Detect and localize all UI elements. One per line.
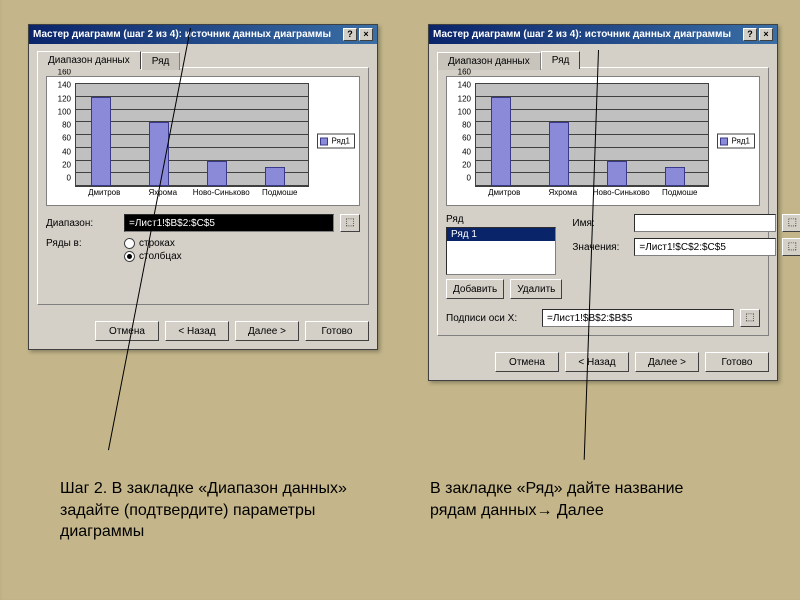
cancel-button[interactable]: Отмена <box>95 321 159 341</box>
caption-right: В закладке «Ряд» дайте название рядам да… <box>430 478 730 521</box>
chart-legend: Ряд1 <box>317 134 355 149</box>
xlabels-label: Подписи оси X: <box>446 313 536 324</box>
window-title: Мастер диаграмм (шаг 2 из 4): источник д… <box>433 29 743 40</box>
caption-left: Шаг 2. В закладке «Диапазон данных» зада… <box>60 478 390 543</box>
chart-bar <box>207 161 227 187</box>
chart-x-label: Дмитров <box>75 189 134 203</box>
chart-legend: Ряд1 <box>717 134 755 149</box>
chart-bar <box>665 167 685 186</box>
tab-data-range[interactable]: Диапазон данных <box>37 51 141 69</box>
titlebar[interactable]: Мастер диаграмм (шаг 2 из 4): источник д… <box>29 25 377 44</box>
cancel-button[interactable]: Отмена <box>495 352 559 372</box>
chart-x-label: Ново-Синьково <box>592 189 651 203</box>
tab-data-range[interactable]: Диапазон данных <box>437 52 541 70</box>
chart-x-label: Подмоше <box>251 189 310 203</box>
legend-swatch-icon <box>320 137 328 145</box>
range-input[interactable] <box>124 214 334 232</box>
chart-bar <box>607 161 627 187</box>
back-button[interactable]: < Назад <box>165 321 229 341</box>
series-listbox[interactable]: Ряд 1 <box>446 227 556 275</box>
chart-wizard-dialog-right: Мастер диаграмм (шаг 2 из 4): источник д… <box>428 24 778 381</box>
chart-bar <box>91 97 111 186</box>
series-name-label: Имя: <box>572 218 628 229</box>
chart-wizard-dialog-left: Мастер диаграмм (шаг 2 из 4): источник д… <box>28 24 378 350</box>
list-item[interactable]: Ряд 1 <box>447 228 555 241</box>
titlebar[interactable]: Мастер диаграмм (шаг 2 из 4): источник д… <box>429 25 777 44</box>
chart-preview: 020406080100120140160 ДмитровЯхромаНово-… <box>446 76 760 206</box>
tab-panel-series: 020406080100120140160 ДмитровЯхромаНово-… <box>437 67 769 336</box>
chart-x-label: Яхрома <box>534 189 593 203</box>
rows-in-label: Ряды в: <box>46 238 118 249</box>
chart-bar <box>549 122 569 186</box>
series-group-label: Ряд <box>446 214 562 225</box>
dialog-footer: Отмена < Назад Далее > Готово <box>429 344 777 380</box>
delete-series-button[interactable]: Удалить <box>510 279 562 299</box>
tab-series[interactable]: Ряд <box>141 52 181 70</box>
chart-x-label: Ново-Синьково <box>192 189 251 203</box>
range-picker-icon[interactable]: ⬚ <box>340 214 360 232</box>
close-icon[interactable]: × <box>759 28 773 41</box>
chart-x-label: Яхрома <box>134 189 193 203</box>
values-picker-icon[interactable]: ⬚ <box>782 238 800 256</box>
xlabels-input[interactable] <box>542 309 734 327</box>
chart-preview: 020406080100120140160 ДмитровЯхромаНово-… <box>46 76 360 206</box>
next-button[interactable]: Далее > <box>635 352 699 372</box>
chart-x-label: Подмоше <box>651 189 710 203</box>
tab-panel-range: 020406080100120140160 ДмитровЯхромаНово-… <box>37 67 369 305</box>
xlabels-picker-icon[interactable]: ⬚ <box>740 309 760 327</box>
name-picker-icon[interactable]: ⬚ <box>782 214 800 232</box>
add-series-button[interactable]: Добавить <box>446 279 504 299</box>
back-button[interactable]: < Назад <box>565 352 629 372</box>
next-button[interactable]: Далее > <box>235 321 299 341</box>
dialog-footer: Отмена < Назад Далее > Готово <box>29 313 377 349</box>
help-icon[interactable]: ? <box>743 28 757 41</box>
series-values-input[interactable] <box>634 238 776 256</box>
help-icon[interactable]: ? <box>343 28 357 41</box>
series-values-label: Значения: <box>572 242 628 253</box>
close-icon[interactable]: × <box>359 28 373 41</box>
radio-rows-label: строках <box>139 238 175 249</box>
legend-label: Ряд1 <box>331 137 350 146</box>
finish-button[interactable]: Готово <box>305 321 369 341</box>
radio-columns[interactable] <box>124 251 135 262</box>
chart-bar <box>491 97 511 186</box>
series-name-input[interactable] <box>634 214 776 232</box>
tab-series[interactable]: Ряд <box>541 51 581 69</box>
radio-rows[interactable] <box>124 238 135 249</box>
chart-x-label: Дмитров <box>475 189 534 203</box>
legend-swatch-icon <box>720 137 728 145</box>
range-label: Диапазон: <box>46 218 118 229</box>
legend-label: Ряд1 <box>731 137 750 146</box>
finish-button[interactable]: Готово <box>705 352 769 372</box>
chart-bar <box>265 167 285 186</box>
